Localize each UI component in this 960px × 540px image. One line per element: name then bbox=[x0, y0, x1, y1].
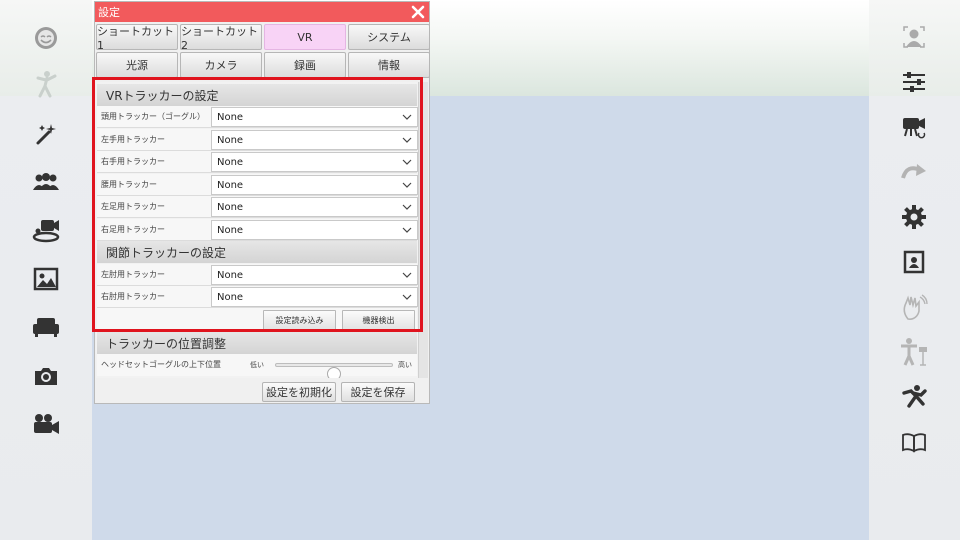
tab-row-1: ショートカット1 ショートカット2 VR システム bbox=[95, 24, 430, 52]
waist-tracker-select[interactable]: None bbox=[211, 175, 418, 195]
chevron-down-icon bbox=[402, 137, 412, 143]
tracker-label: 左肘用トラッカー bbox=[101, 270, 165, 279]
tab-light[interactable]: 光源 bbox=[96, 52, 178, 78]
sliders-icon[interactable] bbox=[894, 62, 934, 102]
tracker-label: 左手用トラッカー bbox=[101, 135, 165, 144]
settings-window: 設定 ショートカット1 ショートカット2 VR システム 光源 カメラ 録画 情… bbox=[94, 1, 430, 404]
gear-icon[interactable] bbox=[894, 197, 934, 237]
tab-camera[interactable]: カメラ bbox=[180, 52, 262, 78]
left-elbow-tracker-select[interactable]: None bbox=[211, 265, 418, 285]
camera-icon[interactable] bbox=[26, 356, 66, 396]
stage-camera-icon[interactable] bbox=[26, 210, 66, 250]
image-icon[interactable] bbox=[26, 259, 66, 299]
tpose-camera-icon[interactable] bbox=[894, 332, 934, 372]
chevron-down-icon bbox=[402, 227, 412, 233]
left-foot-tracker-select[interactable]: None bbox=[211, 197, 418, 217]
chevron-down-icon bbox=[402, 272, 412, 278]
tab-row-2: 光源 カメラ 録画 情報 bbox=[95, 52, 430, 78]
select-value: None bbox=[217, 111, 244, 123]
tracker-label: 頭用トラッカー（ゴーグル） bbox=[101, 112, 205, 121]
sofa-icon[interactable] bbox=[26, 307, 66, 347]
detect-devices-button[interactable]: 機器検出 bbox=[342, 310, 415, 330]
headset-height-row: ヘッドセットゴーグルの上下位置 低い 高い bbox=[97, 354, 417, 378]
settings-panel: VRトラッカーの設定 頭用トラッカー（ゴーグル） None 左手用トラッカー N… bbox=[96, 82, 428, 378]
window-titlebar[interactable]: 設定 bbox=[95, 2, 429, 22]
section-title-tracker-position: トラッカーの位置調整 bbox=[97, 332, 417, 354]
right-hand-tracker-select[interactable]: None bbox=[211, 152, 418, 172]
chevron-down-icon bbox=[402, 114, 412, 120]
magic-wand-icon[interactable] bbox=[26, 114, 66, 154]
select-value: None bbox=[217, 291, 244, 303]
left-toolbar bbox=[0, 0, 92, 540]
tracker-row: 右足用トラッカー None bbox=[97, 219, 418, 241]
left-hand-tracker-select[interactable]: None bbox=[211, 130, 418, 150]
tab-shortcut2[interactable]: ショートカット2 bbox=[180, 24, 262, 52]
tracker-row: 左肘用トラッカー None bbox=[97, 264, 418, 286]
section-title-joint-trackers: 関節トラッカーの設定 bbox=[97, 241, 417, 263]
slider-thumb[interactable] bbox=[327, 367, 341, 378]
tab-vr[interactable]: VR bbox=[264, 24, 346, 50]
tracker-row: 左手用トラッカー None bbox=[97, 129, 418, 151]
tracker-row: 頭用トラッカー（ゴーグル） None bbox=[97, 106, 418, 128]
chevron-down-icon bbox=[402, 182, 412, 188]
book-icon[interactable] bbox=[894, 422, 934, 462]
tracker-label: 右肘用トラッカー bbox=[101, 292, 165, 301]
chevron-down-icon bbox=[402, 159, 412, 165]
group-icon[interactable] bbox=[26, 162, 66, 202]
right-elbow-tracker-select[interactable]: None bbox=[211, 287, 418, 307]
section-title-vr-trackers: VRトラッカーの設定 bbox=[97, 84, 417, 106]
tab-shortcut1[interactable]: ショートカット1 bbox=[96, 24, 178, 52]
select-value: None bbox=[217, 269, 244, 281]
tracker-label: 左足用トラッカー bbox=[101, 202, 165, 211]
id-card-icon[interactable] bbox=[894, 242, 934, 282]
select-value: None bbox=[217, 224, 244, 236]
tab-info[interactable]: 情報 bbox=[348, 52, 430, 78]
portrait-icon[interactable] bbox=[894, 17, 934, 57]
tracker-label: 右足用トラッカー bbox=[101, 225, 165, 234]
chevron-down-icon bbox=[402, 294, 412, 300]
load-settings-button[interactable]: 設定読み込み bbox=[263, 310, 336, 330]
video-camera-icon[interactable] bbox=[26, 404, 66, 444]
select-value: None bbox=[217, 134, 244, 146]
tracker-row: 右肘用トラッカー None bbox=[97, 286, 418, 308]
smile-face-icon[interactable] bbox=[26, 18, 66, 58]
panel-scrollbar[interactable] bbox=[418, 82, 428, 378]
close-icon[interactable] bbox=[409, 3, 427, 21]
select-value: None bbox=[217, 179, 244, 191]
window-title: 設定 bbox=[98, 6, 120, 19]
right-foot-tracker-select[interactable]: None bbox=[211, 220, 418, 240]
tracker-label: 腰用トラッカー bbox=[101, 180, 157, 189]
running-person-icon[interactable] bbox=[894, 377, 934, 417]
joint-actions-row: 設定読み込み 機器検出 bbox=[97, 308, 417, 332]
reset-settings-button[interactable]: 設定を初期化 bbox=[262, 382, 336, 402]
tracker-row: 左足用トラッカー None bbox=[97, 196, 418, 218]
headset-height-slider[interactable] bbox=[275, 363, 393, 378]
dance-pose-icon[interactable] bbox=[26, 64, 66, 104]
tab-system[interactable]: システム bbox=[348, 24, 430, 50]
chevron-down-icon bbox=[402, 204, 412, 210]
redo-arrow-icon[interactable] bbox=[894, 152, 934, 192]
video-record-icon[interactable] bbox=[894, 107, 934, 147]
select-value: None bbox=[217, 201, 244, 213]
right-toolbar bbox=[869, 0, 960, 540]
slider-label: ヘッドセットゴーグルの上下位置 bbox=[101, 360, 221, 369]
head-tracker-select[interactable]: None bbox=[211, 107, 418, 127]
tracker-label: 右手用トラッカー bbox=[101, 157, 165, 166]
hand-wave-icon[interactable] bbox=[894, 287, 934, 327]
select-value: None bbox=[217, 156, 244, 168]
slider-high-label: 高い bbox=[398, 361, 412, 369]
save-settings-button[interactable]: 設定を保存 bbox=[341, 382, 415, 402]
tracker-row: 腰用トラッカー None bbox=[97, 174, 418, 196]
slider-low-label: 低い bbox=[250, 361, 264, 369]
tab-recording[interactable]: 録画 bbox=[264, 52, 346, 78]
tracker-row: 右手用トラッカー None bbox=[97, 151, 418, 173]
